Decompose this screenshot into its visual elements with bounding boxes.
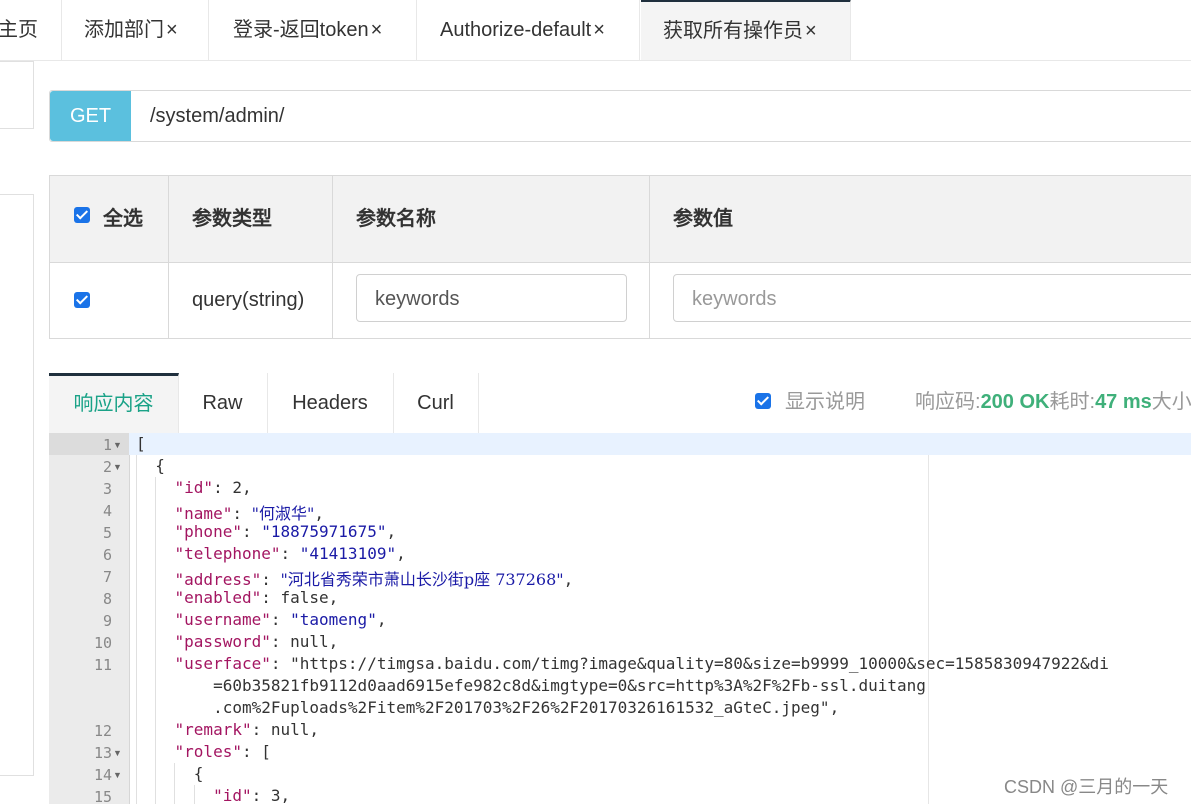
line-number: 10	[93, 634, 112, 652]
line-number: 2	[102, 458, 112, 476]
line-number: 8	[102, 590, 112, 608]
divider	[168, 176, 169, 338]
code-line: "username": "taomeng",	[174, 610, 387, 629]
tab-response-content[interactable]: 响应内容	[49, 373, 179, 436]
column-header-type: 参数类型	[192, 208, 272, 230]
line-number: 13	[93, 744, 112, 762]
active-line	[129, 433, 1191, 455]
code-line: [	[136, 434, 146, 453]
param-type: query(string)	[192, 289, 305, 311]
column-header-select-all: 全选	[103, 208, 143, 230]
code-line: "phone": "18875971675",	[174, 522, 397, 541]
line-number: 3	[102, 480, 112, 498]
close-icon[interactable]: ×	[805, 20, 817, 42]
tab-get-all-operators[interactable]: 获取所有操作员 ×	[641, 0, 851, 60]
tab-login-token[interactable]: 登录-返回token ×	[210, 0, 417, 60]
row-checkbox[interactable]	[74, 292, 90, 308]
print-margin	[928, 455, 929, 804]
tab-home[interactable]: 主页	[0, 0, 62, 60]
left-panel-box	[0, 194, 34, 776]
tab-label: 添加部门	[84, 19, 164, 41]
tab-label: 获取所有操作员	[663, 20, 803, 42]
tab-label: 主页	[0, 19, 38, 41]
code-line: "id": 3,	[213, 786, 291, 804]
line-number: 12	[93, 722, 112, 740]
request-url-input[interactable]: /system/admin/	[150, 91, 284, 141]
http-method-button[interactable]: GET	[50, 91, 131, 141]
fold-toggle-icon[interactable]: ▼	[113, 770, 122, 780]
request-url-bar: GET /system/admin/	[49, 90, 1191, 142]
code-line: "remark": null,	[174, 720, 320, 739]
watermark: CSDN @三月的一天	[1004, 777, 1169, 797]
tab-raw[interactable]: Raw	[178, 373, 268, 433]
column-header-value: 参数值	[673, 208, 733, 230]
fold-toggle-icon[interactable]: ▼	[113, 440, 122, 450]
line-number: 15	[93, 788, 112, 804]
response-status: 响应码:200 OK耗时:47 ms大小:	[915, 391, 1191, 413]
line-number: 11	[93, 656, 112, 674]
code-line: {	[136, 764, 204, 783]
divider	[332, 176, 333, 338]
tab-authorize-default[interactable]: Authorize-default ×	[418, 0, 640, 60]
line-number: 5	[102, 524, 112, 542]
code-line: .com%2Fuploads%2Fitem%2F201703%2F26%2F20…	[136, 698, 840, 717]
line-number: 6	[102, 546, 112, 564]
line-number: 9	[102, 612, 112, 630]
show-description-checkbox[interactable]	[755, 393, 771, 409]
response-tabs: 响应内容 Raw Headers Curl 显示说明 响应码:200 OK耗时:…	[49, 373, 1191, 436]
fold-toggle-icon[interactable]: ▼	[113, 462, 122, 472]
params-table: 全选 参数类型 参数名称 参数值 query(string) keywords …	[49, 175, 1191, 339]
fold-toggle-icon[interactable]: ▼	[113, 748, 122, 758]
status-code: 200 OK	[980, 391, 1050, 413]
line-number: 4	[102, 502, 112, 520]
close-icon[interactable]: ×	[371, 19, 383, 41]
code-line: "address": "河北省秀荣市萧山长沙街p座 737268",	[174, 570, 574, 589]
tab-curl[interactable]: Curl	[393, 373, 479, 433]
show-description-label: 显示说明	[785, 391, 865, 413]
close-icon[interactable]: ×	[166, 19, 178, 41]
tab-bar: 主页 添加部门 × 登录-返回token × Authorize-default × …	[0, 0, 1191, 61]
tab-add-department[interactable]: 添加部门 ×	[62, 0, 209, 60]
left-panel-item[interactable]	[0, 61, 34, 129]
tab-headers[interactable]: Headers	[267, 373, 394, 433]
code-line: "password": null,	[174, 632, 339, 651]
response-code-editor[interactable]: 1 ▼[2 ▼ {3 "id": 2, 4 "name": "何淑华", 5 "phon…	[49, 433, 1191, 804]
close-icon[interactable]: ×	[593, 19, 605, 41]
tab-label: 登录-返回token	[233, 19, 369, 41]
code-line: "enabled": false,	[174, 588, 339, 607]
code-line: "roles": [	[174, 742, 271, 761]
column-header-name: 参数名称	[356, 208, 436, 230]
code-line: =60b35821fb9112d0aad6915efe982c8d&imgtyp…	[136, 676, 926, 695]
line-number: 1	[102, 436, 112, 454]
select-all-checkbox[interactable]	[74, 207, 90, 223]
code-line: {	[136, 456, 165, 475]
response-time: 47 ms	[1095, 391, 1152, 413]
code-line: "name": "何淑华",	[174, 504, 324, 523]
divider	[649, 176, 650, 338]
param-name-input[interactable]: keywords	[356, 274, 627, 322]
code-line: "id": 2,	[174, 478, 252, 497]
code-line: "userface": "https://timgsa.baidu.com/ti…	[174, 654, 1109, 673]
code-line: "telephone": "41413109",	[174, 544, 406, 563]
line-number: 7	[102, 568, 112, 586]
param-value-input[interactable]: keywords	[673, 274, 1191, 322]
line-number: 14	[93, 766, 112, 784]
tab-label: Authorize-default	[440, 19, 592, 41]
